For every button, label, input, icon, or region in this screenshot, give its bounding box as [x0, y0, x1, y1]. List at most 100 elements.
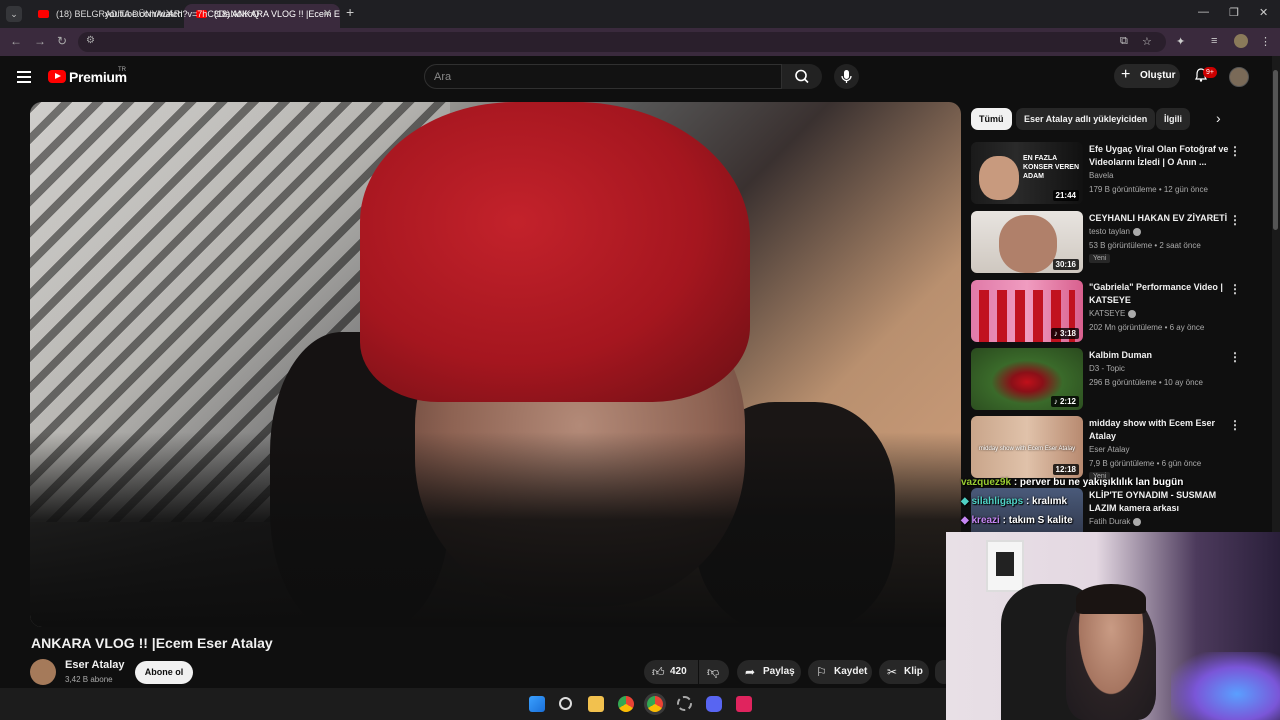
recommendation-channel[interactable]: Eser Atalay	[1089, 445, 1129, 454]
recommendation-channel[interactable]: D3 - Topic	[1089, 364, 1125, 373]
recommendation-title[interactable]: CEYHANLI HAKAN EV ZİYARETİ	[1089, 212, 1229, 225]
bookmark-icon: ⚐	[816, 665, 827, 679]
region-code: TR	[118, 67, 126, 73]
save-button[interactable]: ⚐ Kaydet	[808, 660, 872, 684]
verified-icon	[1132, 227, 1141, 236]
back-icon[interactable]: ←	[10, 34, 22, 48]
video-thumbnail[interactable]: midday show with Ecem Eser Atalay 12:18	[971, 416, 1083, 478]
install-app-icon[interactable]: ⧉	[1120, 35, 1128, 48]
browser-menu-icon[interactable]: ⋮	[1260, 35, 1271, 48]
video-thumbnail[interactable]: 30:16	[971, 211, 1083, 273]
scrollbar-thumb[interactable]	[1273, 70, 1278, 230]
more-options-icon[interactable]: ⋮	[1229, 350, 1241, 364]
discord-icon[interactable]	[706, 696, 722, 712]
address-bar-row: ← → ↻ ⚙ ⧉ ☆ ✦ ≡ ⋮	[0, 28, 1280, 56]
thumbnail-text: EN FAZLA KONSER VEREN ADAM	[1023, 155, 1080, 180]
more-options-icon[interactable]: ⋮	[1229, 418, 1241, 432]
recommendation-channel[interactable]: Bavela	[1089, 171, 1113, 180]
video-duration: 30:16	[1052, 259, 1079, 270]
more-options-icon[interactable]: ⋮	[1229, 213, 1241, 227]
forward-icon[interactable]: →	[34, 34, 46, 48]
search-icon	[795, 69, 809, 84]
search-placeholder[interactable]: Ara	[434, 71, 451, 83]
video-duration: 12:18	[1052, 464, 1079, 475]
channel-name[interactable]: Eser Atalay	[65, 659, 125, 671]
recommendation-item[interactable]: 30:16 CEYHANLI HAKAN EV ZİYARETİ testo t…	[971, 211, 1251, 273]
tab-search-button[interactable]: ⌄	[6, 6, 22, 22]
microphone-icon	[841, 70, 852, 83]
video-player[interactable]	[30, 102, 961, 627]
restore-icon[interactable]: ❐	[1229, 6, 1239, 19]
youtube-logo-icon[interactable]	[48, 70, 66, 83]
taskbar-search-icon[interactable]	[559, 697, 572, 710]
video-thumbnail[interactable]: ♪ 2:12	[971, 348, 1083, 410]
video-duration: ♪ 2:12	[1050, 396, 1079, 407]
recommendation-item[interactable]: ♪ 2:12 Kalbim Duman D3 - Topic 296 B gör…	[971, 348, 1251, 410]
minimize-icon[interactable]: —	[1198, 6, 1209, 18]
url-bar[interactable]	[78, 32, 1166, 52]
recommendation-meta: 7,9 B görüntüleme • 6 gün önce	[1089, 459, 1202, 468]
webcam-streamer-hair	[1076, 584, 1146, 614]
app-icon[interactable]	[736, 696, 752, 712]
voice-search-button[interactable]	[834, 64, 859, 89]
account-avatar[interactable]	[1229, 67, 1249, 87]
file-explorer-icon[interactable]	[588, 696, 604, 712]
browser-profile-avatar[interactable]	[1234, 34, 1248, 48]
search-button[interactable]	[782, 64, 822, 89]
more-options-icon[interactable]: ⋮	[1229, 144, 1241, 158]
bookmark-star-icon[interactable]: ☆	[1142, 35, 1152, 48]
like-button[interactable]: 👍︎ 420	[644, 660, 698, 684]
clip-button[interactable]: ✂ Klip	[879, 660, 929, 684]
recommendation-title[interactable]: "Gabriela" Performance Video | KATSEYE	[1089, 281, 1229, 307]
new-badge: Yeni	[1089, 254, 1111, 263]
webcam-poster	[986, 540, 1024, 592]
recommendation-meta: 296 B görüntüleme • 10 ay önce	[1089, 378, 1203, 387]
new-tab-icon[interactable]: +	[346, 4, 354, 20]
chrome-icon[interactable]	[618, 696, 634, 712]
chip-all[interactable]: Tümü	[971, 108, 1012, 130]
close-window-icon[interactable]: ✕	[1259, 6, 1268, 19]
extensions-icon[interactable]: ✦	[1176, 35, 1185, 48]
recommendation-channel[interactable]: testo taylan	[1089, 227, 1141, 236]
subscribe-button[interactable]: Abone ol	[135, 661, 193, 684]
recommendation-item[interactable]: ♪ 3:18 "Gabriela" Performance Video | KA…	[971, 280, 1251, 342]
verified-icon	[1133, 517, 1142, 526]
reload-icon[interactable]: ↻	[57, 34, 67, 48]
chat-username: vazquez9k	[961, 477, 1012, 488]
recommendation-title[interactable]: KLİP'TE OYNADIM - SUSMAM LAZIM kamera ar…	[1089, 489, 1229, 515]
recommendation-channel[interactable]: KATSEYE	[1089, 309, 1137, 318]
chevron-right-icon[interactable]: ›	[1216, 110, 1221, 126]
recommendation-channel[interactable]: Fatih Durak	[1089, 517, 1142, 526]
site-info-icon[interactable]: ⚙	[86, 35, 95, 46]
search-input[interactable]	[424, 64, 782, 89]
hamburger-menu-icon[interactable]	[17, 71, 31, 86]
recommendation-title[interactable]: Kalbim Duman	[1089, 349, 1229, 362]
video-duration: ♪ 3:18	[1050, 328, 1079, 339]
obs-icon[interactable]	[677, 696, 692, 711]
share-button[interactable]: ➦ Paylaş	[737, 660, 801, 684]
video-thumbnail[interactable]: EN FAZLA KONSER VEREN ADAM 21:44	[971, 142, 1083, 204]
video-duration: 21:44	[1052, 190, 1079, 201]
channel-avatar[interactable]	[30, 659, 56, 685]
webcam-led-light	[1171, 652, 1280, 720]
recommendation-meta: 202 Mn görüntüleme • 6 ay önce	[1089, 323, 1205, 332]
media-control-icon[interactable]: ≡	[1211, 35, 1217, 47]
chrome-active-icon[interactable]	[647, 696, 663, 712]
save-label: Kaydet	[834, 666, 868, 677]
recommendation-title[interactable]: midday show with Ecem Eser Atalay	[1089, 417, 1229, 443]
recommendation-title[interactable]: Efe Uygaç Viral Olan Fotoğraf ve Videola…	[1089, 143, 1229, 169]
plus-icon: +	[1121, 66, 1131, 83]
chat-message: ◆ kreazi : takım S kalite	[961, 515, 1073, 526]
url-text[interactable]: youtube.com/watch?v=7hC8DaNdKcQ	[105, 9, 259, 19]
recommendation-item[interactable]: midday show with Ecem Eser Atalay 12:18 …	[971, 416, 1251, 481]
more-options-icon[interactable]: ⋮	[1229, 282, 1241, 296]
windows-start-icon[interactable]	[529, 696, 545, 712]
chip-from-uploader[interactable]: Eser Atalay adlı yükleyiciden	[1016, 108, 1156, 130]
chat-text: : perver bu ne yakışıklılık lan bugün	[1013, 477, 1184, 488]
dislike-button[interactable]: 👎︎	[699, 660, 729, 684]
chip-related[interactable]: İlgili	[1156, 108, 1190, 130]
video-thumbnail[interactable]: ♪ 3:18	[971, 280, 1083, 342]
close-tab-icon[interactable]: ✕	[323, 4, 332, 24]
recommendation-item[interactable]: EN FAZLA KONSER VEREN ADAM 21:44 Efe Uyg…	[971, 142, 1251, 204]
video-title: ANKARA VLOG !! |Ecem Eser Atalay	[31, 635, 273, 651]
